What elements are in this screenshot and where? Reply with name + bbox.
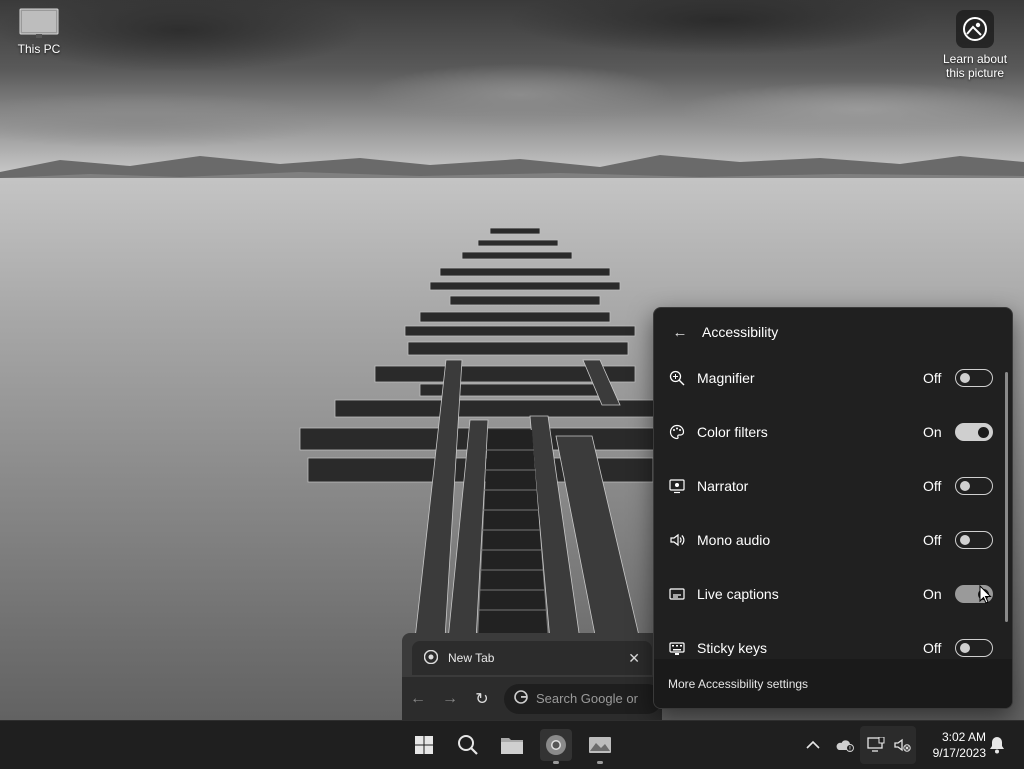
item-state: Off [923,478,942,494]
desktop-icon-learn-about-picture[interactable]: Learn about this picture [938,10,1012,80]
search-icon[interactable] [452,729,484,761]
item-label: Magnifier [697,370,755,386]
more-accessibility-settings-link[interactable]: More Accessibility settings [668,677,808,691]
list-item-color-filters: Color filters On [654,405,1012,459]
item-state: On [923,586,942,602]
speaker-icon [668,531,686,549]
desktop-icon-label: This PC [17,42,61,56]
chrome-icon[interactable] [540,729,572,764]
browser-toolbar: ← → ↻ Search Google or [402,677,662,720]
bell-icon[interactable] [988,735,1006,755]
flyout-title: Accessibility [702,324,779,340]
clock[interactable]: 3:02 AM 9/17/2023 [920,729,986,761]
item-label: Mono audio [697,532,771,548]
item-state: Off [923,370,942,386]
mono-audio-toggle[interactable] [955,531,993,549]
sticky-keys-toggle[interactable] [955,639,993,657]
magnifier-icon [668,369,686,387]
flyout-header: ← Accessibility [654,308,1012,356]
keyboard-icon [668,639,686,657]
item-state: Off [923,640,942,656]
svg-text:!: ! [849,746,851,753]
back-arrow-icon[interactable]: ← [668,324,692,341]
narrator-icon [668,477,686,495]
item-label: Color filters [697,424,768,440]
network-icon [866,735,886,755]
color-palette-icon [668,423,686,441]
chevron-up-icon[interactable] [804,735,822,755]
chrome-icon [423,649,439,667]
accessibility-list: Magnifier Off Color filters On Narrator … [654,351,1012,659]
file-explorer-icon[interactable] [496,729,528,761]
narrator-toggle[interactable] [955,477,993,495]
color-filters-toggle[interactable] [955,423,993,441]
list-item-live-captions: Live captions On [654,567,1012,621]
list-item-sticky-keys: Sticky keys Off [654,621,1012,659]
monitor-icon [19,8,59,40]
item-label: Sticky keys [697,640,768,656]
browser-tab[interactable]: New Tab ✕ [412,641,652,675]
photos-icon[interactable] [584,729,616,764]
volume-muted-icon [892,735,912,755]
item-state: Off [923,532,942,548]
list-item-mono-audio: Mono audio Off [654,513,1012,567]
forward-button[interactable]: → [434,690,466,708]
running-indicator [597,761,603,764]
magnifier-toggle[interactable] [955,369,993,387]
clock-date: 9/17/2023 [932,746,986,760]
omnibox-placeholder: Search Google or [536,691,638,706]
start-icon[interactable] [408,729,440,761]
item-label: Live captions [697,586,779,602]
mouse-cursor-icon [979,585,992,604]
accessibility-flyout: ← Accessibility Magnifier Off Color filt… [653,307,1013,709]
item-label: Narrator [697,478,749,494]
chrome-window[interactable]: New Tab ✕ ← → ↻ Search Google or [402,633,662,720]
taskbar: ! 3:02 AM 9/17/2023 [0,720,1024,769]
desktop-icon-label: this picture [945,66,1005,80]
tab-title: New Tab [448,651,495,665]
back-button[interactable]: ← [402,690,434,708]
flyout-footer: More Accessibility settings [654,659,1012,708]
clock-time: 3:02 AM [941,730,986,744]
reload-button[interactable]: ↻ [466,689,498,709]
list-item-narrator: Narrator Off [654,459,1012,513]
close-tab-icon[interactable]: ✕ [628,650,640,667]
learn-about-picture-icon [956,10,994,48]
onedrive-icon[interactable]: ! [834,735,856,755]
item-state: On [923,424,942,440]
google-icon [514,690,528,707]
captions-icon [668,585,686,603]
flyout-scrollbar[interactable] [1005,372,1008,622]
omnibox[interactable]: Search Google or [504,683,662,714]
desktop-icon-label: Learn about [942,52,1008,66]
desktop-icon-this-pc[interactable]: This PC [10,8,68,56]
running-indicator [553,761,559,764]
list-item-magnifier: Magnifier Off [654,351,1012,405]
